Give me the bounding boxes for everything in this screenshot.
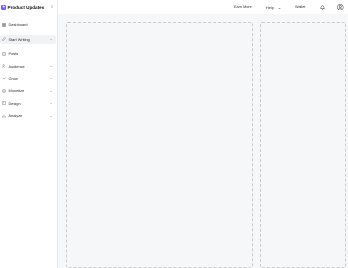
publication-name: Product Updates [7,4,45,10]
dashboard-icon [1,22,6,27]
sidebar-item-analyze[interactable]: Analyze ⌄ [0,111,56,120]
chevron-down-icon: ⌄ [277,6,282,10]
publication-switcher[interactable]: Product Updates ⇕ [0,3,58,11]
sidebar-item-design[interactable]: Design ⌄ [0,99,56,108]
dollar-icon: $ [1,88,6,93]
earn-more-link[interactable]: Earn More [234,5,252,9]
bell-icon[interactable] [319,4,326,11]
bolt-icon [1,4,6,10]
sidebar-item-dashboard[interactable]: Dashboard [0,20,56,29]
user-avatar-icon[interactable] [337,3,344,11]
users-icon [1,64,6,68]
sidebar-item-label: Monetize [8,88,25,93]
sidebar-item-monetize[interactable]: $ Monetize ⌄ [0,86,56,95]
main-content [58,14,348,268]
help-label: Help [266,6,274,10]
chevron-down-icon: ⌄ [49,113,53,118]
chevron-down-icon: ⌄ [49,64,53,68]
chevron-down-icon: ⌄ [49,37,53,41]
sidebar-item-start-writing[interactable]: Start Writing ⌄ [0,34,56,44]
document-icon [2,51,6,56]
sidebar: Product Updates ⇕ Dashboard Start Writin… [0,0,58,268]
chevron-down-icon: ⌄ [49,76,53,80]
pencil-icon [1,37,6,41]
sidebar-item-audience[interactable]: Audience ⌄ [0,62,56,71]
help-menu[interactable]: Help ⌄ [266,5,281,10]
sidebar-item-posts[interactable]: Posts [0,49,56,58]
sidebar-item-label: Design [8,100,21,106]
chevron-updown-icon: ⇕ [50,4,54,9]
trend-icon [1,76,6,80]
sidebar-item-label: Start Writing [8,36,30,42]
side-placeholder-panel [260,22,346,268]
sidebar-item-label: Grow [8,75,18,81]
sidebar-item-label: Posts [8,51,19,56]
wallet-link[interactable]: Wallet [295,5,305,9]
palette-icon [1,101,6,105]
chevron-down-icon: ⌄ [49,88,53,93]
content-placeholder-panel [66,22,253,268]
sidebar-item-label: Audience [8,63,25,69]
sidebar-item-label: Analyze [8,113,23,118]
bar-chart-icon [2,114,6,118]
sidebar-item-grow[interactable]: Grow ⌄ [0,74,56,83]
topbar: Earn More Help ⌄ Wallet [58,0,348,14]
sidebar-item-label: Dashboard [8,22,28,27]
chevron-down-icon: ⌄ [49,101,53,105]
